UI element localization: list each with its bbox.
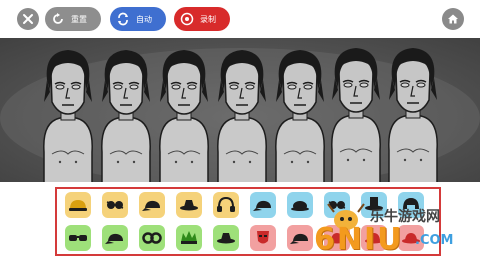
- sound-icon-beat-cap-1[interactable]: [139, 192, 165, 218]
- sound-icon-effect-glasses-1[interactable]: [324, 192, 350, 218]
- mask-icon: [257, 231, 269, 244]
- home-icon: [448, 14, 458, 24]
- sound-icon-beat-glasses-1[interactable]: [102, 192, 128, 218]
- sound-icon-melody-goggles-1[interactable]: [139, 225, 165, 251]
- close-icon: [23, 14, 33, 24]
- reset-icon: [51, 12, 65, 26]
- home-button[interactable]: [442, 8, 464, 30]
- goggles-icon: [142, 232, 162, 244]
- top-hat-icon: [365, 197, 383, 211]
- sound-icon-effect-hat-1[interactable]: [287, 192, 313, 218]
- bowler-icon: [291, 201, 309, 211]
- hat-icon: [328, 233, 346, 244]
- sound-icon-melody-crown-1[interactable]: [176, 225, 202, 251]
- reset-button[interactable]: 重置: [45, 7, 101, 31]
- cap-icon: [142, 200, 160, 211]
- sound-icon-voice-mask-1[interactable]: [250, 225, 276, 251]
- auto-label: 自动: [136, 14, 152, 24]
- leaf-crown-icon: [181, 231, 197, 244]
- headphones-icon: [217, 196, 235, 212]
- hat-icon: [402, 233, 420, 244]
- performers-layer: [0, 47, 480, 182]
- fedora-icon: [180, 200, 198, 211]
- sound-icon-effect-cap-1[interactable]: [250, 192, 276, 218]
- fedora-icon: [217, 233, 235, 244]
- sound-icon-voice-hat-3[interactable]: [361, 225, 387, 251]
- glasses-icon: [106, 201, 124, 209]
- cap-icon: [105, 233, 123, 244]
- sunglasses-icon: [69, 235, 87, 241]
- sound-icon-beat-headphones-1[interactable]: [213, 192, 239, 218]
- sound-icon-tray: [55, 187, 441, 256]
- sound-icon-voice-hat-1[interactable]: [287, 225, 313, 251]
- sound-icon-voice-hat-4[interactable]: [398, 225, 424, 251]
- glasses-icon: [328, 201, 346, 209]
- top-toolbar: 重置 自动 录制: [0, 0, 480, 38]
- sound-icon-melody-hat-1[interactable]: [213, 225, 239, 251]
- sound-icon-voice-hat-2[interactable]: [324, 225, 350, 251]
- cap-icon: [290, 233, 308, 244]
- performance-stage: [0, 38, 480, 182]
- auto-sync-icon: [116, 12, 130, 26]
- hard-hat-icon: [69, 200, 87, 211]
- close-button[interactable]: [17, 8, 39, 30]
- auto-button[interactable]: 自动: [110, 7, 166, 31]
- sound-icon-effect-hat-2[interactable]: [361, 192, 387, 218]
- sound-icon-melody-cap-1[interactable]: [102, 225, 128, 251]
- sound-icon-beat-hat-2[interactable]: [176, 192, 202, 218]
- sound-icon-effect-helmet-1[interactable]: [398, 192, 424, 218]
- sound-icon-melody-glasses-1[interactable]: [65, 225, 91, 251]
- helmet-icon: [403, 198, 419, 209]
- reset-label: 重置: [71, 14, 87, 24]
- record-button[interactable]: 录制: [174, 7, 230, 31]
- record-label: 录制: [200, 14, 216, 24]
- cap-icon: [253, 200, 271, 211]
- sound-icon-beat-hat-1[interactable]: [65, 192, 91, 218]
- hat-icon: [365, 233, 383, 244]
- record-icon: [180, 12, 194, 26]
